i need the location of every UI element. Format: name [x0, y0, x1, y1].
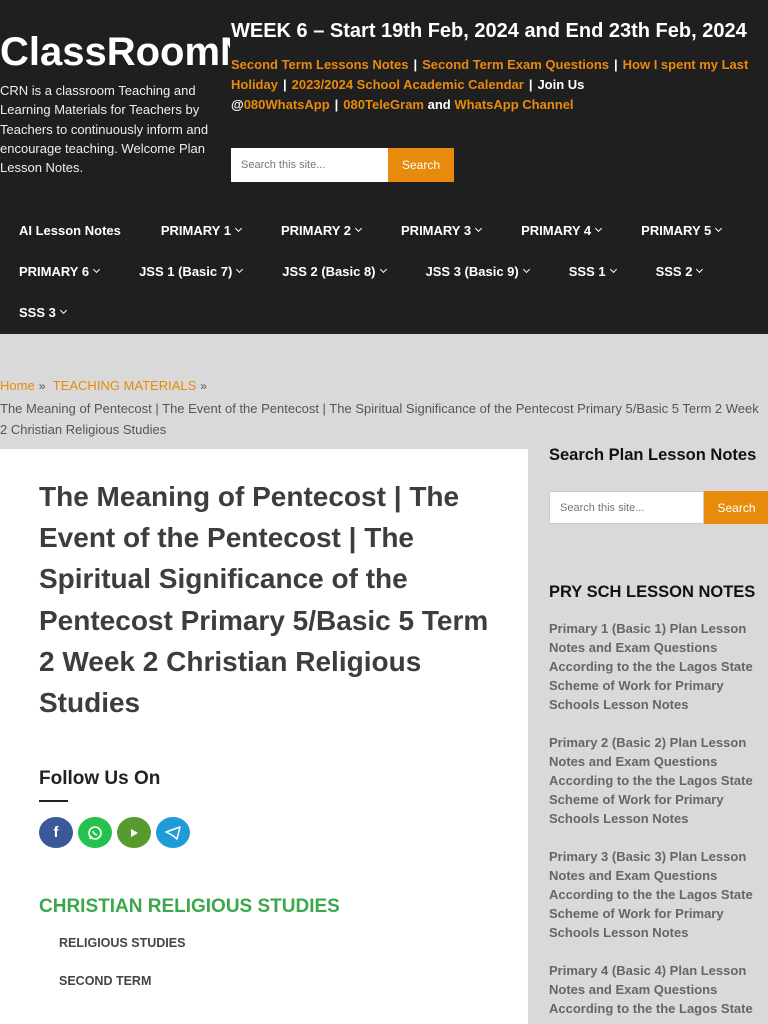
play-glyph [131, 828, 138, 837]
follow-heading: Follow Us On [39, 768, 161, 789]
chevron-down-icon [715, 224, 723, 233]
sidebar-search: Search [549, 491, 768, 524]
telegram-icon[interactable] [156, 817, 190, 848]
sidebar-link[interactable]: Primary 1 (Basic 1) Plan Lesson Notes an… [549, 619, 759, 714]
tag-second-term[interactable]: SECOND TERM [59, 974, 151, 988]
nav-label: PRIMARY 5 [641, 223, 712, 238]
sidebar-link[interactable]: Primary 2 (Basic 2) Plan Lesson Notes an… [549, 733, 759, 828]
separator: | [528, 76, 533, 92]
nav-primary-3[interactable]: PRIMARY 3 [382, 223, 502, 238]
nav-label: JSS 2 (Basic 8) [282, 264, 376, 279]
nav-primary-4[interactable]: PRIMARY 4 [502, 223, 622, 238]
divider [39, 800, 68, 802]
breadcrumb-category[interactable]: TEACHING MATERIALS [53, 378, 197, 393]
chevron-down-icon [696, 265, 704, 274]
breadcrumb-current: The Meaning of Pentecost | The Event of … [0, 400, 759, 438]
nav-row: PRIMARY 6 JSS 1 (Basic 7) JSS 2 (Basic 8… [0, 251, 768, 292]
separator: | [282, 76, 287, 92]
chevron-down-icon [595, 224, 603, 233]
nav-jss-3[interactable]: JSS 3 (Basic 9) [407, 264, 550, 279]
link-academic-calendar[interactable]: 2023/2024 School Academic Calendar [292, 77, 524, 92]
site-header: ClassRoomNotes CRN is a classroom Teachi… [0, 0, 768, 334]
nav-label: AI Lesson Notes [19, 223, 121, 238]
and-text: and [427, 96, 451, 112]
separator: | [413, 57, 418, 72]
social-links: f [39, 817, 190, 848]
nav-label: SSS 1 [568, 264, 606, 279]
chevron-down-icon [354, 224, 363, 233]
link-telegram[interactable]: 080TeleGram [343, 97, 424, 112]
nav-label: PRIMARY 6 [19, 264, 90, 279]
nav-primary-6[interactable]: PRIMARY 6 [0, 264, 120, 279]
week-banner: WEEK 6 – Start 19th Feb, 2024 and End 23… [231, 20, 747, 42]
nav-label: PRIMARY 4 [521, 223, 592, 238]
site-tagline: CRN is a classroom Teaching and Learning… [0, 83, 209, 176]
sidebar-search-button[interactable]: Search [704, 491, 768, 524]
sidebar-search-input[interactable] [549, 491, 704, 524]
link-whatsapp[interactable]: 080WhatsApp [244, 97, 330, 112]
chevron-down-icon [93, 265, 101, 274]
tag-religious-studies[interactable]: RELIGIOUS STUDIES [59, 936, 185, 950]
sidebar-notes-title: PRY SCH LESSON NOTES [549, 583, 756, 601]
chevron-down-icon [236, 265, 244, 274]
nav-primary-5[interactable]: PRIMARY 5 [622, 223, 742, 238]
chevron-down-icon [609, 265, 617, 274]
whatsapp-icon[interactable] [78, 817, 112, 848]
chevron-down-icon [475, 224, 483, 233]
nav-sss-3[interactable]: SSS 3 [0, 305, 87, 320]
nav-label: SSS 3 [19, 305, 56, 320]
nav-label: SSS 2 [655, 264, 693, 279]
category-heading[interactable]: CHRISTIAN RELIGIOUS STUDIES [39, 896, 340, 918]
chevron-down-icon [234, 224, 242, 233]
nav-label: JSS 1 (Basic 7) [139, 264, 233, 279]
chevron-down-icon [59, 306, 67, 315]
sidebar-link[interactable]: Primary 4 (Basic 4) Plan Lesson Notes an… [549, 961, 759, 1018]
nav-jss-2[interactable]: JSS 2 (Basic 8) [263, 264, 406, 279]
nav-label: PRIMARY 2 [280, 223, 352, 238]
nav-label: JSS 3 (Basic 9) [425, 264, 519, 279]
chevron-down-icon [379, 265, 387, 274]
telegram-glyph [165, 825, 181, 840]
sidebar-search-title: Search Plan Lesson Notes [549, 446, 757, 464]
nav-label: PRIMARY 3 [401, 223, 472, 238]
link-second-term-lessons[interactable]: Second Term Lessons Notes [231, 57, 408, 72]
main-nav: AI Lesson Notes PRIMARY 1 PRIMARY 2 PRIM… [0, 210, 768, 333]
youtube-icon[interactable] [117, 817, 151, 848]
chevron-right-icon: » [200, 379, 207, 393]
header-search-input[interactable] [231, 148, 388, 182]
nav-row: SSS 3 [0, 292, 768, 333]
nav-primary-1[interactable]: PRIMARY 1 [142, 223, 262, 238]
facebook-icon[interactable]: f [39, 817, 73, 848]
chevron-down-icon [522, 265, 530, 274]
nav-ai-lesson-notes[interactable]: AI Lesson Notes [0, 223, 142, 238]
nav-label: PRIMARY 1 [160, 223, 231, 238]
header-search-button[interactable]: Search [388, 148, 454, 182]
nav-row: AI Lesson Notes PRIMARY 1 PRIMARY 2 PRIM… [0, 210, 768, 251]
top-links: Second Term Lessons Notes | Second Term Ex… [231, 55, 761, 114]
breadcrumb-home[interactable]: Home [0, 378, 35, 393]
separator: | [614, 57, 618, 72]
nav-sss-2[interactable]: SSS 2 [637, 264, 724, 279]
whatsapp-glyph [88, 825, 102, 840]
link-second-term-exams[interactable]: Second Term Exam Questions [422, 57, 609, 72]
separator: | [334, 96, 339, 112]
link-whatsapp-channel[interactable]: WhatsApp Channel [454, 97, 573, 112]
nav-sss-1[interactable]: SSS 1 [550, 264, 637, 279]
sidebar-link[interactable]: Primary 3 (Basic 3) Plan Lesson Notes an… [549, 847, 759, 942]
nav-jss-1[interactable]: JSS 1 (Basic 7) [120, 264, 263, 279]
chevron-right-icon: » [38, 379, 46, 393]
page-title: The Meaning of Pentecost | The Event of … [39, 481, 489, 719]
nav-primary-2[interactable]: PRIMARY 2 [262, 223, 382, 238]
breadcrumb: Home» TEACHING MATERIALS» The Meaning of… [0, 375, 768, 441]
header-search: Search [231, 148, 454, 182]
site-logo[interactable]: ClassRoomNotes [0, 28, 230, 76]
